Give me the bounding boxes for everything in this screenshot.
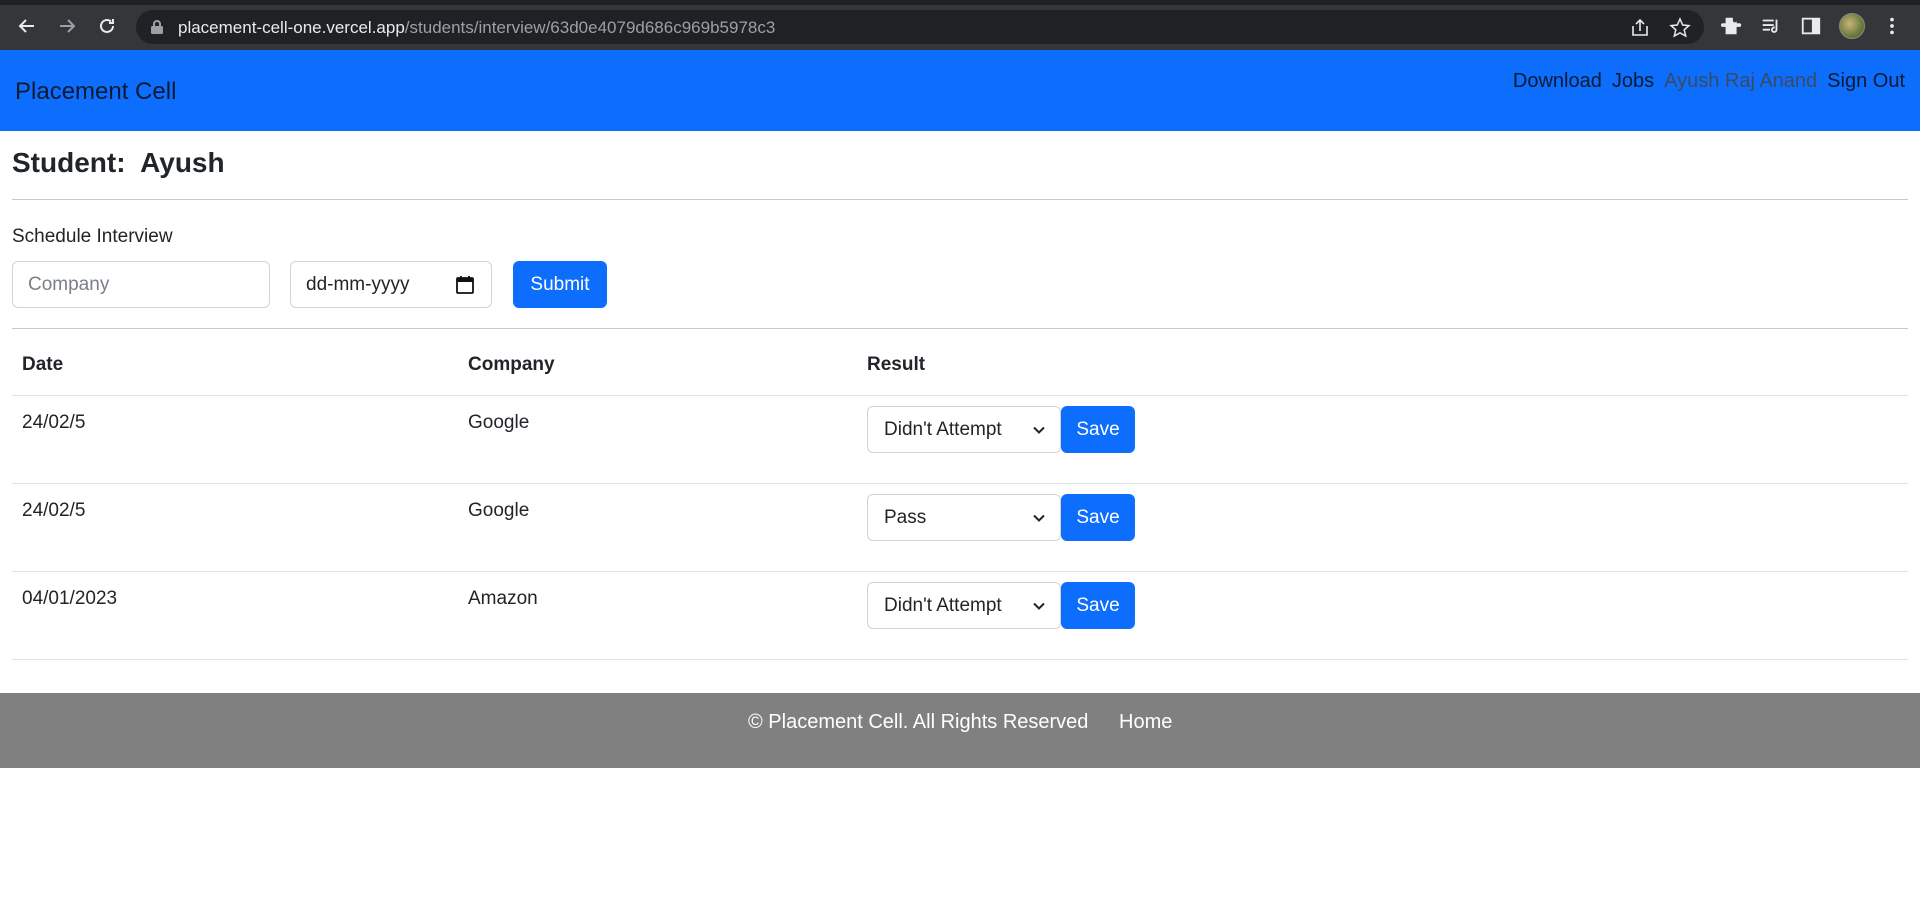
chevron-down-icon xyxy=(1033,602,1045,610)
result-value: Didn't Attempt xyxy=(884,594,1002,616)
reload-icon[interactable] xyxy=(93,12,121,40)
back-icon[interactable] xyxy=(13,12,41,40)
nav-links: Download Jobs Ayush Raj Anand Sign Out xyxy=(1508,70,1920,93)
interviews-table: Date Company Result 24/02/5 Google Didn'… xyxy=(12,330,1908,660)
nav-user-name[interactable]: Ayush Raj Anand xyxy=(1659,70,1822,93)
menu-kebab-icon[interactable] xyxy=(1880,14,1904,38)
share-icon[interactable] xyxy=(1629,17,1651,39)
result-select[interactable]: Didn't Attempt xyxy=(867,582,1061,629)
bookmark-star-icon[interactable] xyxy=(1669,17,1691,39)
cell-company: Google xyxy=(468,412,530,433)
forward-icon[interactable] xyxy=(53,12,81,40)
table-header: Date Company Result xyxy=(12,330,1908,396)
address-bar[interactable]: placement-cell-one.vercel.app/students/i… xyxy=(136,10,1704,44)
cell-company: Amazon xyxy=(468,588,538,609)
divider xyxy=(12,328,1908,329)
nav-jobs-link[interactable]: Jobs xyxy=(1607,70,1659,93)
cell-date: 24/02/5 xyxy=(22,500,86,521)
brand-logo-text[interactable]: Placement Cell xyxy=(15,78,176,106)
page-title: Student: Ayush xyxy=(12,147,225,179)
save-button[interactable]: Save xyxy=(1061,582,1135,629)
student-name: Ayush xyxy=(140,147,225,178)
footer-copyright: © Placement Cell. All Rights Reserved xyxy=(748,711,1089,733)
header-company: Company xyxy=(468,354,555,375)
extensions-icon[interactable] xyxy=(1720,14,1744,38)
cell-company: Google xyxy=(468,500,530,521)
lock-icon xyxy=(151,20,163,34)
divider xyxy=(12,199,1908,200)
url-path: /students/interview/63d0e4079d686c969b59… xyxy=(404,18,776,37)
footer: © Placement Cell. All Rights Reserved Ho… xyxy=(0,693,1920,768)
header-result: Result xyxy=(867,354,926,375)
chevron-down-icon xyxy=(1033,426,1045,434)
media-queue-icon[interactable] xyxy=(1759,14,1783,38)
save-button[interactable]: Save xyxy=(1061,494,1135,541)
nav-download-link[interactable]: Download xyxy=(1508,70,1607,93)
tab-strip-edge xyxy=(0,0,1920,5)
side-panel-icon[interactable] xyxy=(1799,14,1823,38)
calendar-icon[interactable] xyxy=(455,275,475,295)
url-text: placement-cell-one.vercel.app/students/i… xyxy=(178,18,775,38)
date-input[interactable]: dd-mm-yyyy xyxy=(290,261,492,308)
table-row: 24/02/5 Google Pass Save xyxy=(12,484,1908,572)
chevron-down-icon xyxy=(1033,514,1045,522)
url-host: placement-cell-one.vercel.app xyxy=(178,18,405,37)
browser-toolbar: placement-cell-one.vercel.app/students/i… xyxy=(0,0,1920,50)
table-row: 24/02/5 Google Didn't Attempt Save xyxy=(12,396,1908,484)
student-label: Student: xyxy=(12,147,126,178)
result-select[interactable]: Pass xyxy=(867,494,1061,541)
result-value: Didn't Attempt xyxy=(884,418,1002,440)
company-input[interactable] xyxy=(12,261,270,308)
header-date: Date xyxy=(22,354,64,375)
schedule-interview-label: Schedule Interview xyxy=(12,226,173,247)
submit-button[interactable]: Submit xyxy=(513,261,607,308)
save-button[interactable]: Save xyxy=(1061,406,1135,453)
result-value: Pass xyxy=(884,506,927,528)
cell-date: 04/01/2023 xyxy=(22,588,118,609)
cell-date: 24/02/5 xyxy=(22,412,86,433)
nav-signout-link[interactable]: Sign Out xyxy=(1822,70,1920,93)
app-navbar: Placement Cell Download Jobs Ayush Raj A… xyxy=(0,50,1920,131)
footer-home-link[interactable]: Home xyxy=(1119,711,1172,734)
profile-avatar[interactable] xyxy=(1839,13,1865,39)
date-placeholder: dd-mm-yyyy xyxy=(306,273,410,295)
result-select[interactable]: Didn't Attempt xyxy=(867,406,1061,453)
table-row: 04/01/2023 Amazon Didn't Attempt Save xyxy=(12,572,1908,660)
